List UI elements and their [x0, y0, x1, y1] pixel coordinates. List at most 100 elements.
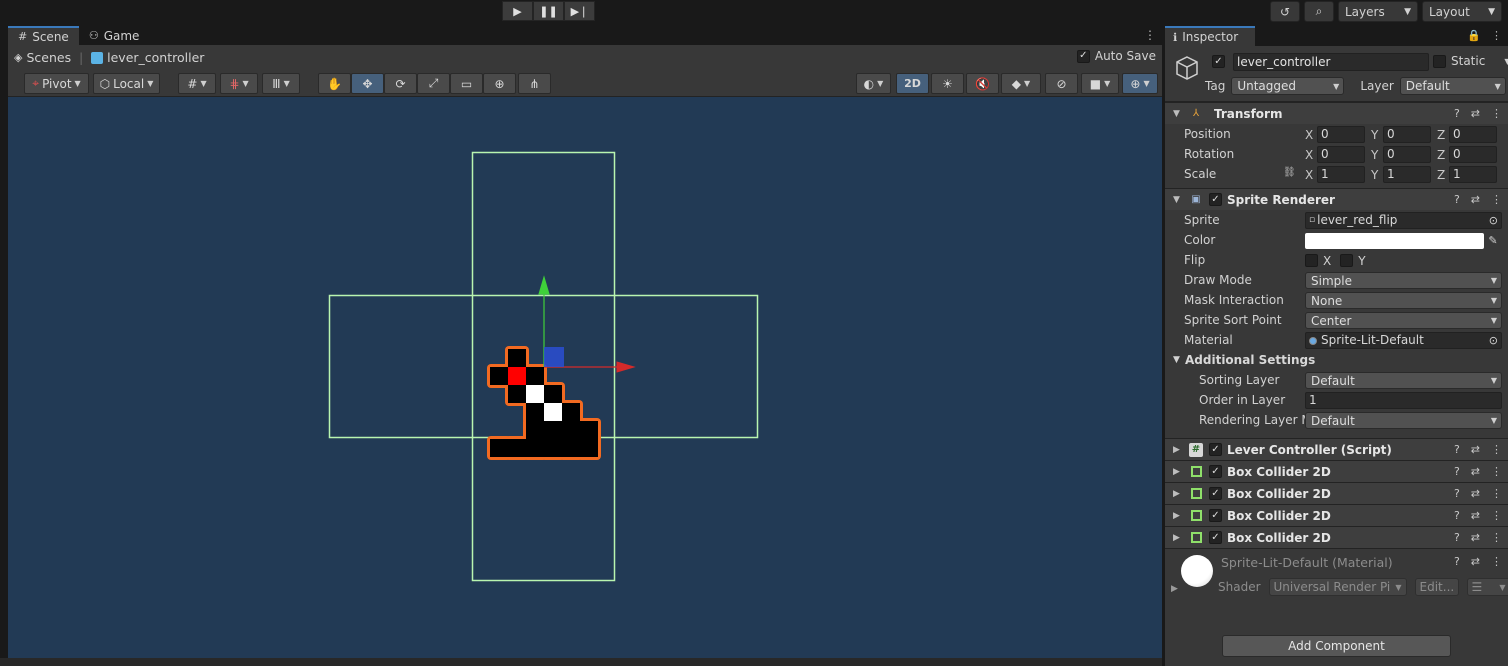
sprite-object-field[interactable]: ▫ lever_red_flip ⊙: [1305, 212, 1502, 229]
preset-icon[interactable]: ⇄: [1471, 487, 1480, 500]
preset-icon[interactable]: ⇄: [1471, 107, 1480, 120]
component-enabled-checkbox[interactable]: ✓: [1209, 531, 1222, 544]
increment-snap-button[interactable]: ⋕ ▼: [220, 73, 258, 94]
scale-y-field[interactable]: 1: [1383, 166, 1431, 183]
pivot-dropdown[interactable]: ⌖ Pivot ▼: [24, 73, 89, 94]
rotate-tool-button[interactable]: ⟳: [384, 73, 417, 94]
history-button[interactable]: ↺: [1270, 1, 1300, 22]
rotation-x[interactable]: X0: [1305, 146, 1365, 163]
foldout-open-icon[interactable]: ▼: [1173, 355, 1185, 365]
sprite-renderer-header[interactable]: ▼ ▣ ✓ Sprite Renderer ? ⇄ ⋮: [1165, 188, 1508, 210]
foldout-closed-icon[interactable]: ▶: [1173, 489, 1183, 499]
mask-interaction-dropdown[interactable]: None ▼: [1305, 292, 1502, 309]
play-button[interactable]: ▶: [502, 1, 533, 21]
foldout-closed-icon[interactable]: ▶: [1171, 584, 1178, 594]
rotation-y-field[interactable]: 0: [1383, 146, 1431, 163]
breadcrumb-current[interactable]: lever_controller: [91, 50, 204, 65]
sort-point-dropdown[interactable]: Center ▼: [1305, 312, 1502, 329]
local-dropdown[interactable]: ⬡ Local ▼: [93, 73, 160, 94]
preset-icon[interactable]: ⇄: [1471, 509, 1480, 522]
breadcrumb-root[interactable]: ◈ Scenes: [14, 50, 71, 65]
preset-icon[interactable]: ⇄: [1471, 555, 1480, 568]
sorting-layer-dropdown[interactable]: Default ▼: [1305, 372, 1502, 389]
position-x-field[interactable]: 0: [1317, 126, 1365, 143]
search-button[interactable]: ⌕: [1304, 1, 1334, 22]
help-icon[interactable]: ?: [1454, 443, 1460, 456]
component-enabled-checkbox[interactable]: ✓: [1209, 193, 1222, 206]
scale-z[interactable]: Z1: [1437, 166, 1497, 183]
hand-tool-button[interactable]: ✋: [318, 73, 351, 94]
object-picker-icon[interactable]: ⊙: [1489, 333, 1498, 348]
help-icon[interactable]: ?: [1454, 107, 1460, 120]
kebab-menu-icon[interactable]: ⋮: [1491, 465, 1502, 478]
scale-x[interactable]: X1: [1305, 166, 1365, 183]
rotation-x-field[interactable]: 0: [1317, 146, 1365, 163]
auto-save-checkbox[interactable]: ✓: [1076, 49, 1090, 63]
foldout-closed-icon[interactable]: ▶: [1173, 445, 1183, 455]
gizmo-xy-plane-handle[interactable]: [544, 347, 564, 367]
help-icon[interactable]: ?: [1454, 487, 1460, 500]
layout-dropdown[interactable]: Layout ▼: [1422, 1, 1502, 22]
component-enabled-checkbox[interactable]: ✓: [1209, 465, 1222, 478]
position-z-field[interactable]: 0: [1449, 126, 1497, 143]
additional-settings-foldout[interactable]: ▼ Additional Settings: [1165, 350, 1508, 370]
rotation-z[interactable]: Z0: [1437, 146, 1497, 163]
shader-dropdown[interactable]: Universal Render Pipe▼: [1268, 578, 1407, 596]
rendering-layer-dropdown[interactable]: Default ▼: [1305, 412, 1502, 429]
panel-menu-icon[interactable]: ⋮: [1491, 29, 1502, 42]
preset-icon[interactable]: ⇄: [1471, 531, 1480, 544]
static-toggle[interactable]: Static ▼: [1433, 54, 1508, 68]
transform-header[interactable]: ▼ ⅄ Transform ? ⇄ ⋮: [1165, 102, 1508, 124]
tab-inspector[interactable]: ℹ Inspector: [1165, 26, 1255, 46]
box-collider-header[interactable]: ▶ ✓ Box Collider 2D ? ⇄ ⋮: [1165, 460, 1508, 482]
gameobject-active-checkbox[interactable]: ✓: [1212, 55, 1225, 68]
foldout-closed-icon[interactable]: ▶: [1173, 511, 1183, 521]
position-z[interactable]: Z0: [1437, 126, 1497, 143]
kebab-menu-icon[interactable]: ⋮: [1491, 531, 1502, 544]
gizmos-dropdown[interactable]: ⊕ ▼: [1122, 73, 1158, 94]
help-icon[interactable]: ?: [1454, 555, 1460, 568]
color-field[interactable]: ✎: [1305, 232, 1502, 249]
effects-dropdown[interactable]: ◆ ▼: [1001, 73, 1041, 94]
shader-edit-button[interactable]: Edit...: [1414, 578, 1459, 596]
audio-toggle[interactable]: 🔇: [966, 73, 999, 94]
gizmo-y-arrow[interactable]: [538, 275, 550, 295]
custom-tool-button[interactable]: ⋔: [518, 73, 551, 94]
layer-dropdown[interactable]: Default ▼: [1399, 77, 1506, 95]
rotation-y[interactable]: Y0: [1371, 146, 1431, 163]
lighting-toggle[interactable]: ☀: [931, 73, 964, 94]
gameobject-name-field[interactable]: lever_controller: [1233, 53, 1429, 71]
foldout-closed-icon[interactable]: ▶: [1173, 467, 1183, 477]
scene-viewport[interactable]: [8, 97, 1162, 658]
scale-z-field[interactable]: 1: [1449, 166, 1497, 183]
gizmo-x-arrow[interactable]: [616, 361, 636, 373]
lever-controller-header[interactable]: ▶ # ✓ Lever Controller (Script) ? ⇄ ⋮: [1165, 438, 1508, 460]
chevron-down-icon[interactable]: ▼: [1504, 57, 1508, 66]
ruler-button[interactable]: Ⅲ ▼: [262, 73, 300, 94]
box-collider-header[interactable]: ▶ ✓ Box Collider 2D ? ⇄ ⋮: [1165, 504, 1508, 526]
position-y[interactable]: Y0: [1371, 126, 1431, 143]
kebab-menu-icon[interactable]: ⋮: [1491, 555, 1502, 568]
foldout-closed-icon[interactable]: ▶: [1173, 533, 1183, 543]
scale-tool-button[interactable]: ⤢: [417, 73, 450, 94]
box-collider-header[interactable]: ▶ ✓ Box Collider 2D ? ⇄ ⋮: [1165, 526, 1508, 548]
scale-y[interactable]: Y1: [1371, 166, 1431, 183]
preset-icon[interactable]: ⇄: [1471, 465, 1480, 478]
lock-icon[interactable]: 🔒: [1467, 29, 1481, 42]
transform-tool-button[interactable]: ⊕: [483, 73, 516, 94]
eyedropper-icon[interactable]: ✎: [1484, 234, 1502, 247]
order-in-layer-field[interactable]: 1: [1305, 392, 1502, 409]
material-object-field[interactable]: Sprite-Lit-Default ⊙: [1305, 332, 1502, 349]
move-tool-button[interactable]: ✥: [351, 73, 384, 94]
help-icon[interactable]: ?: [1454, 509, 1460, 522]
kebab-menu-icon[interactable]: ⋮: [1491, 487, 1502, 500]
mode-2d-button[interactable]: 2D: [896, 73, 929, 94]
shader-list-dropdown[interactable]: ☰ ▼: [1466, 578, 1508, 596]
add-component-button[interactable]: Add Component: [1222, 635, 1451, 657]
box-collider-header[interactable]: ▶ ✓ Box Collider 2D ? ⇄ ⋮: [1165, 482, 1508, 504]
color-swatch[interactable]: [1305, 232, 1484, 249]
preset-icon[interactable]: ⇄: [1471, 193, 1480, 206]
foldout-open-icon[interactable]: ▼: [1173, 109, 1183, 119]
kebab-menu-icon[interactable]: ⋮: [1491, 193, 1502, 206]
kebab-menu-icon[interactable]: ⋮: [1491, 509, 1502, 522]
